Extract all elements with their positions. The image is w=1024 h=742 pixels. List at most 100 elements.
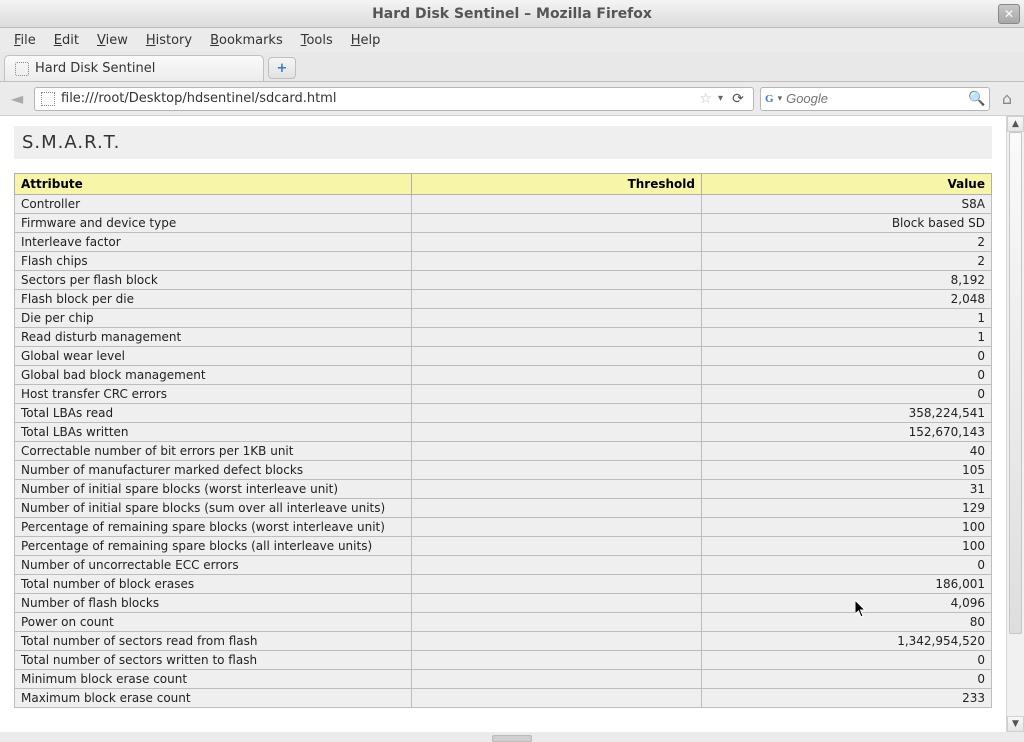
cell-value: 186,001	[702, 575, 992, 594]
table-row: Correctable number of bit errors per 1KB…	[15, 442, 992, 461]
cell-threshold	[412, 366, 702, 385]
menu-history[interactable]: History	[138, 31, 200, 50]
url-dropdown-icon[interactable]: ▾	[718, 93, 723, 104]
cell-attribute: Sectors per flash block	[15, 271, 412, 290]
cell-threshold	[412, 556, 702, 575]
new-tab-button[interactable]: +	[268, 57, 296, 79]
cell-threshold	[412, 214, 702, 233]
menu-tools[interactable]: Tools	[293, 31, 341, 50]
url-bar[interactable]: file:///root/Desktop/hdsentinel/sdcard.h…	[34, 87, 754, 111]
scroll-track[interactable]	[1007, 132, 1024, 716]
search-engine-icon[interactable]: G	[765, 91, 774, 107]
cell-threshold	[412, 347, 702, 366]
cell-threshold	[412, 689, 702, 708]
reload-button[interactable]: ⟳	[729, 90, 747, 108]
cell-value: 0	[702, 347, 992, 366]
cell-threshold	[412, 328, 702, 347]
cell-threshold	[412, 594, 702, 613]
close-icon: ✕	[1004, 7, 1014, 21]
table-row: Global wear level 0	[15, 347, 992, 366]
cell-value: 152,670,143	[702, 423, 992, 442]
smart-table: Attribute Threshold Value ControllerS8AF…	[14, 173, 992, 708]
cell-threshold	[412, 233, 702, 252]
page-icon	[15, 62, 29, 76]
menu-bookmarks[interactable]: Bookmarks	[202, 31, 291, 50]
cell-value: 31	[702, 480, 992, 499]
cell-attribute: Percentage of remaining spare blocks (al…	[15, 537, 412, 556]
table-row: Total LBAs read358,224,541	[15, 404, 992, 423]
table-row: Total number of sectors written to flash…	[15, 651, 992, 670]
cell-attribute: Maximum block erase count	[15, 689, 412, 708]
search-input[interactable]	[786, 91, 964, 106]
cell-threshold	[412, 461, 702, 480]
cell-attribute: Flash chips	[15, 252, 412, 271]
url-text: file:///root/Desktop/hdsentinel/sdcard.h…	[61, 91, 693, 106]
cell-threshold	[412, 442, 702, 461]
vertical-scrollbar[interactable]: ▲ ▼	[1006, 116, 1024, 732]
bookmark-star-icon[interactable]: ☆	[699, 91, 712, 107]
home-button[interactable]: ⌂	[996, 88, 1018, 110]
menu-file[interactable]: File	[6, 31, 44, 50]
cell-threshold	[412, 195, 702, 214]
cell-attribute: Host transfer CRC errors	[15, 385, 412, 404]
tab-strip: Hard Disk Sentinel +	[0, 52, 1024, 82]
search-bar[interactable]: G ▾ 🔍	[760, 87, 990, 111]
cell-threshold	[412, 423, 702, 442]
menu-bar: File Edit View History Bookmarks Tools H…	[0, 28, 1024, 52]
cell-threshold	[412, 309, 702, 328]
plus-icon: +	[277, 61, 288, 76]
cell-attribute: Number of manufacturer marked defect blo…	[15, 461, 412, 480]
menu-view[interactable]: View	[89, 31, 136, 50]
cell-value: 1,342,954,520	[702, 632, 992, 651]
table-row: Die per chip1	[15, 309, 992, 328]
table-row: Firmware and device type Block based SD	[15, 214, 992, 233]
cell-threshold	[412, 385, 702, 404]
table-row: Number of initial spare blocks (sum over…	[15, 499, 992, 518]
cell-attribute: Global wear level	[15, 347, 412, 366]
tab-active[interactable]: Hard Disk Sentinel	[4, 55, 264, 81]
back-button[interactable]: ◄	[6, 88, 28, 110]
table-row: Read disturb management1	[15, 328, 992, 347]
hscroll-thumb[interactable]	[492, 735, 532, 742]
cell-attribute: Die per chip	[15, 309, 412, 328]
search-go-button[interactable]: 🔍	[968, 90, 985, 108]
cell-value: 233	[702, 689, 992, 708]
cell-attribute: Number of flash blocks	[15, 594, 412, 613]
scroll-down-button[interactable]: ▼	[1007, 716, 1024, 732]
cell-value: 4,096	[702, 594, 992, 613]
cell-attribute: Flash block per die	[15, 290, 412, 309]
cell-threshold	[412, 290, 702, 309]
cell-threshold	[412, 480, 702, 499]
page-content: S.M.A.R.T. Attribute Threshold Value Con…	[0, 116, 1006, 732]
cell-value: 0	[702, 556, 992, 575]
cell-attribute: Read disturb management	[15, 328, 412, 347]
cell-value: 100	[702, 537, 992, 556]
horizontal-scrollbar[interactable]	[0, 732, 1024, 742]
cell-attribute: Interleave factor	[15, 233, 412, 252]
tab-label: Hard Disk Sentinel	[35, 61, 155, 76]
cell-value: Block based SD	[702, 214, 992, 233]
menu-help[interactable]: Help	[343, 31, 389, 50]
scroll-thumb[interactable]	[1009, 132, 1022, 634]
cell-threshold	[412, 575, 702, 594]
cell-attribute: Total LBAs read	[15, 404, 412, 423]
cell-value: 0	[702, 366, 992, 385]
cell-attribute: Controller	[15, 195, 412, 214]
section-heading: S.M.A.R.T.	[14, 126, 992, 159]
cell-threshold	[412, 670, 702, 689]
cell-threshold	[412, 537, 702, 556]
cell-attribute: Global bad block management	[15, 366, 412, 385]
cell-value: 0	[702, 670, 992, 689]
col-attribute: Attribute	[15, 174, 412, 195]
cell-threshold	[412, 252, 702, 271]
table-row: Interleave factor2	[15, 233, 992, 252]
scroll-up-button[interactable]: ▲	[1007, 116, 1024, 132]
cell-attribute: Firmware and device type	[15, 214, 412, 233]
search-engine-dropdown-icon[interactable]: ▾	[778, 94, 783, 104]
cell-attribute: Total LBAs written	[15, 423, 412, 442]
cell-value: 80	[702, 613, 992, 632]
cell-attribute: Correctable number of bit errors per 1KB…	[15, 442, 412, 461]
cell-attribute: Total number of sectors read from flash	[15, 632, 412, 651]
menu-edit[interactable]: Edit	[46, 31, 87, 50]
window-close-button[interactable]: ✕	[998, 4, 1020, 24]
